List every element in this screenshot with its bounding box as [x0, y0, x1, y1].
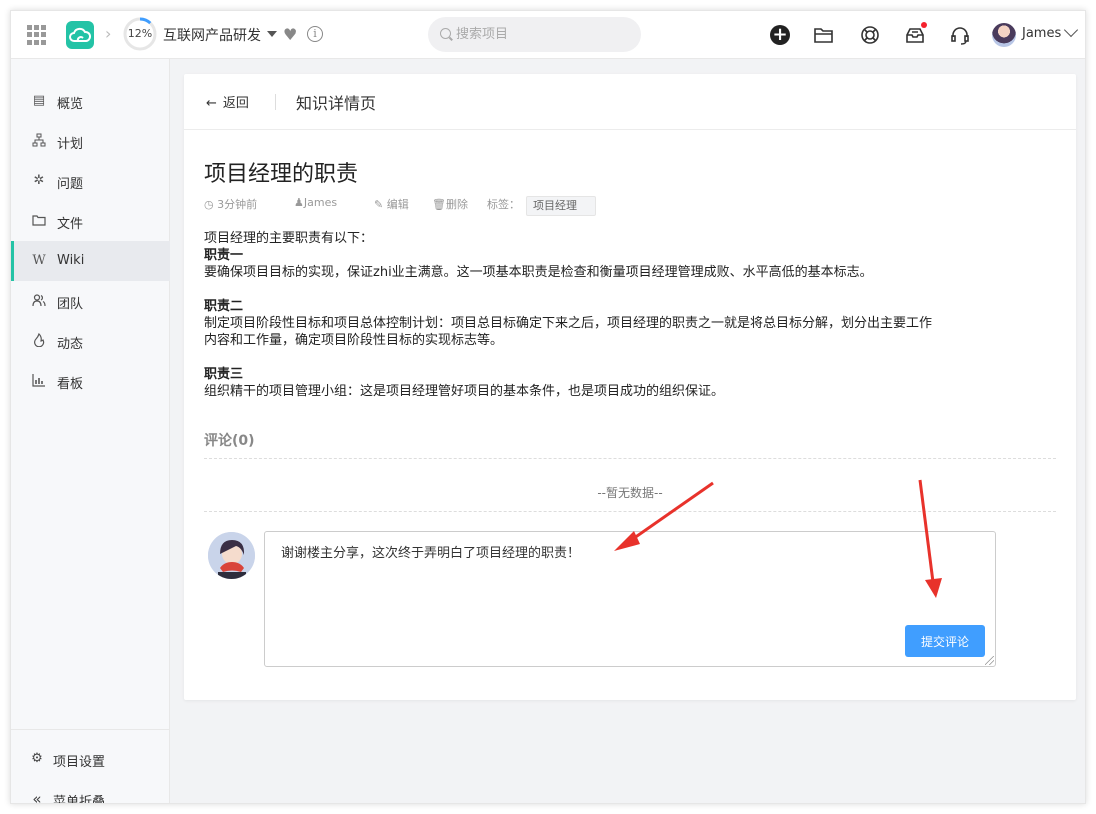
- sidebar-item-activity[interactable]: 动态: [11, 321, 170, 361]
- user-name[interactable]: James: [1022, 26, 1061, 41]
- article-content: 项目经理的主要职责有以下： 职责一 要确保项目目标的实现，保证zhi业主满意。这…: [204, 230, 1054, 400]
- sidebar-item-overview[interactable]: ▤ 概览: [11, 81, 170, 121]
- cloud-logo-icon[interactable]: [66, 21, 94, 49]
- card-header: ← 返回 知识详情页: [184, 74, 1076, 130]
- collapse-menu-button[interactable]: « 菜单折叠: [11, 781, 170, 804]
- search-icon: [440, 28, 451, 39]
- time-text: 3分钟前: [217, 198, 258, 211]
- content-heading: 职责一: [204, 248, 244, 263]
- article-time: ◷ 3分钟前: [204, 196, 257, 212]
- overview-icon: ▤: [32, 93, 46, 108]
- notification-dot: [921, 22, 927, 28]
- content-heading: 职责二: [204, 299, 244, 314]
- sidebar-divider: [11, 729, 170, 730]
- activity-icon: [31, 332, 47, 349]
- edit-label: 编辑: [386, 198, 409, 211]
- sidebar-item-label: 计划: [57, 137, 84, 152]
- tag-label: 标签：: [487, 198, 520, 211]
- page-title: 知识详情页: [296, 94, 377, 113]
- author-text: James: [303, 196, 338, 209]
- sidebar-item-wiki[interactable]: W Wiki: [11, 241, 170, 281]
- header-separator: [275, 94, 276, 110]
- resize-grip-icon[interactable]: [985, 656, 994, 665]
- caret-down-icon[interactable]: [267, 31, 277, 37]
- clock-icon: ◷: [204, 198, 214, 211]
- sidebar-item-label: 团队: [57, 297, 84, 312]
- sidebar-item-label: 文件: [57, 217, 84, 232]
- wiki-icon: W: [32, 253, 46, 268]
- chevron-down-icon[interactable]: [1063, 22, 1079, 38]
- divider: [204, 511, 1056, 512]
- sidebar-item-issues[interactable]: ✲ 问题: [11, 161, 170, 201]
- content-blank: [204, 349, 1054, 366]
- sidebar-item-label: 动态: [57, 337, 84, 352]
- sidebar-item-label: 看板: [57, 377, 84, 392]
- info-icon[interactable]: i: [307, 26, 323, 42]
- lifebuoy-icon[interactable]: [859, 24, 881, 46]
- delete-button[interactable]: 🗑删除: [432, 196, 468, 212]
- sidebar-item-label: Wiki: [57, 253, 85, 268]
- article-title: 项目经理的职责: [204, 162, 359, 187]
- apps-grid-icon[interactable]: [27, 25, 47, 45]
- plus-icon[interactable]: +: [770, 25, 790, 45]
- folder-icon[interactable]: [813, 24, 835, 46]
- double-chevron-left-icon: «: [32, 790, 42, 804]
- collapse-menu-label: 菜单折叠: [53, 795, 106, 804]
- sidebar-item-board[interactable]: 看板: [11, 361, 170, 401]
- delete-label: 删除: [445, 198, 468, 211]
- folder-icon: [31, 213, 47, 229]
- sidebar-item-files[interactable]: 文件: [11, 201, 170, 241]
- content-blank: [204, 281, 1054, 298]
- team-icon: [31, 293, 47, 309]
- plan-icon: [31, 133, 47, 149]
- arrow-left-icon: ←: [206, 96, 217, 111]
- divider: [204, 458, 1056, 459]
- top-header: › 12% 互联网产品研发 ♥ i + Jam: [11, 11, 1085, 59]
- chevron-right-icon: ›: [105, 24, 112, 43]
- comment-editor[interactable]: [264, 531, 996, 667]
- gear-icon: ⚙: [31, 751, 43, 766]
- content-line: 组织精干的项目管理小组：这是项目经理管好项目的基本条件，也是项目成功的组织保证。: [204, 384, 725, 399]
- chart-icon: [31, 373, 47, 389]
- comments-title: 评论(0): [204, 433, 255, 449]
- headset-icon[interactable]: [949, 24, 971, 46]
- sidebar-item-team[interactable]: 团队: [11, 281, 170, 321]
- sidebar: ▤ 概览 计划 ✲ 问题 文件 W Wiki 团队 动态 看板 ⚙ 项目设置 «…: [11, 59, 170, 804]
- sidebar-item-plan[interactable]: 计划: [11, 121, 170, 161]
- content-heading: 职责三: [204, 367, 244, 382]
- trash-icon: 🗑: [432, 198, 446, 211]
- search-box[interactable]: [428, 17, 641, 52]
- project-name[interactable]: 互联网产品研发: [163, 25, 261, 45]
- article-author: ♟James: [294, 196, 337, 209]
- content-line: 内容和工作量，确定项目阶段性目标的实现标志等。: [204, 333, 504, 348]
- user-avatar[interactable]: [992, 23, 1016, 47]
- heart-icon[interactable]: ♥: [283, 25, 297, 44]
- content-line: 要确保项目目标的实现，保证zhi业主满意。这一项基本职责是检查和衡量项目经理管理…: [204, 265, 873, 280]
- content-line: 制定项目阶段性目标和项目总体控制计划：项目总目标确定下来之后，项目经理的职责之一…: [204, 316, 933, 331]
- sidebar-item-label: 问题: [57, 177, 84, 192]
- commenter-avatar: [208, 532, 255, 579]
- content-line: 项目经理的主要职责有以下：: [204, 231, 374, 246]
- search-input[interactable]: [456, 17, 636, 52]
- empty-comments-text: --暂无数据--: [597, 486, 663, 500]
- knowledge-detail-card: ← 返回 知识详情页 项目经理的职责 ◷ 3分钟前 ♟James ✎ 编辑 🗑删除…: [184, 74, 1076, 700]
- back-button[interactable]: ← 返回: [206, 92, 249, 111]
- project-settings-button[interactable]: ⚙ 项目设置: [11, 741, 170, 777]
- user-icon: ♟: [294, 196, 304, 209]
- edit-button[interactable]: ✎ 编辑: [374, 196, 409, 212]
- comment-textarea[interactable]: [265, 532, 995, 666]
- project-progress: 12%: [123, 17, 157, 51]
- sidebar-item-label: 概览: [57, 97, 84, 112]
- app-window: › 12% 互联网产品研发 ♥ i + Jam: [10, 10, 1086, 804]
- tag-chip[interactable]: 项目经理: [526, 196, 596, 216]
- bug-icon: ✲: [33, 173, 45, 188]
- edit-icon: ✎: [374, 198, 384, 211]
- project-settings-label: 项目设置: [53, 755, 106, 770]
- progress-text: 12%: [127, 27, 153, 40]
- submit-comment-button[interactable]: 提交评论: [905, 625, 985, 657]
- back-label: 返回: [222, 96, 249, 111]
